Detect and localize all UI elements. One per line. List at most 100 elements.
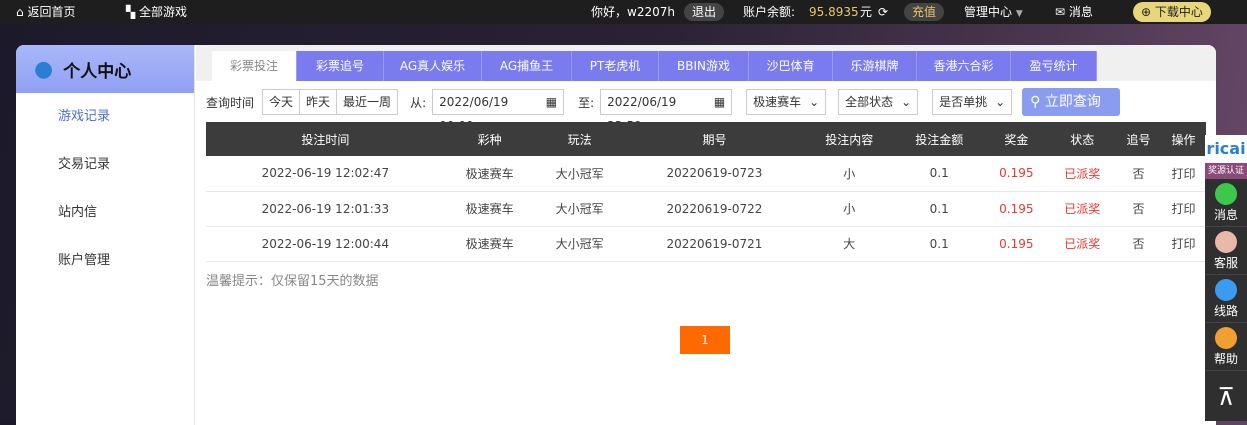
- issue: 20220619-0723: [624, 156, 805, 192]
- chase: 否: [1115, 156, 1161, 192]
- table-header: 投注时间 彩种 玩法 期号 投注内容 投注金额 奖金 状态 追号 操作: [206, 122, 1206, 156]
- from-date-input[interactable]: 2022/06/19 00:00 ▦: [432, 89, 565, 133]
- float-help[interactable]: 帮助: [1205, 323, 1247, 371]
- messages-label: 消息: [1068, 5, 1093, 19]
- play-type: 大小冠军: [534, 226, 625, 262]
- sidebar-title: 个人中心: [63, 61, 132, 82]
- logout-button[interactable]: 退出: [684, 3, 725, 21]
- search-button[interactable]: ⚲ 立即查询: [1022, 88, 1121, 116]
- balance-value: 95.8935: [809, 5, 859, 19]
- status-select[interactable]: 全部状态 ⌄: [838, 89, 919, 115]
- calendar-icon: ▦: [713, 95, 726, 109]
- column-header: 彩种: [444, 122, 535, 156]
- recharge-button[interactable]: 充值: [904, 3, 945, 21]
- yesterday-button[interactable]: 昨天: [300, 89, 338, 115]
- download-label: 下载中心: [1154, 5, 1203, 19]
- chevron-down-icon: ⌄: [809, 95, 820, 109]
- column-header: 期号: [624, 122, 805, 156]
- tab-lottery-chase[interactable]: 彩票追号: [297, 51, 384, 81]
- caret-down-icon: ▼: [1015, 9, 1023, 19]
- sidebar-item-account[interactable]: 账户管理: [16, 237, 194, 285]
- float-messages[interactable]: 消息: [1205, 179, 1247, 227]
- today-button[interactable]: 今天: [262, 89, 301, 115]
- bet-content: 小: [804, 156, 895, 192]
- float-routes[interactable]: 线路: [1205, 275, 1247, 323]
- home-label: 返回首页: [27, 5, 76, 19]
- single-select[interactable]: 是否单挑 ⌄: [932, 89, 1013, 115]
- right-float-bar: ricai 奖源认证 消息 客服 线路 帮助 ⊼: [1205, 135, 1247, 421]
- balance-label: 账户余额:: [743, 5, 796, 19]
- tab-pt-slots[interactable]: PT老虎机: [572, 51, 659, 81]
- float-label: 帮助: [1213, 352, 1238, 366]
- download-button[interactable]: ⊕ 下载中心: [1133, 2, 1211, 22]
- tab-hk-mark-six[interactable]: 香港六合彩: [917, 51, 1011, 81]
- search-icon: ⚲: [1030, 94, 1041, 110]
- tab-leyou-chess[interactable]: 乐游棋牌: [833, 51, 917, 81]
- home-link[interactable]: ⌂ 返回首页: [16, 0, 75, 24]
- manage-center-menu[interactable]: 管理中心 ▼: [964, 0, 1023, 26]
- column-header: 投注时间: [206, 122, 445, 156]
- support-avatar-icon: [1215, 231, 1237, 253]
- ricai-logo: ricai: [1205, 135, 1247, 163]
- table-row: 2022-06-19 12:00:44 极速赛车 大小冠军 20220619-0721…: [206, 226, 1206, 262]
- column-header: 投注金额: [894, 122, 985, 156]
- play-type: 大小冠军: [534, 191, 625, 227]
- print-link[interactable]: 打印: [1160, 156, 1206, 192]
- bets-table: 投注时间 彩种 玩法 期号 投注内容 投注金额 奖金 状态 追号 操作 2022-06-19 12…: [206, 122, 1206, 262]
- single-select-value: 是否单挑: [939, 95, 988, 109]
- tab-bbin[interactable]: BBIN游戏: [659, 51, 749, 81]
- column-header: 奖金: [984, 122, 1049, 156]
- column-header: 状态: [1048, 122, 1116, 156]
- bet-time: 2022-06-19 12:00:44: [206, 226, 445, 262]
- to-date-input[interactable]: 2022/06/19 23:59 ▦: [600, 89, 733, 133]
- search-label: 立即查询: [1044, 94, 1101, 110]
- chase: 否: [1115, 226, 1161, 262]
- game-select-value: 极速赛车: [753, 95, 802, 109]
- float-support[interactable]: 客服: [1205, 227, 1247, 275]
- print-link[interactable]: 打印: [1160, 226, 1206, 262]
- status-select-value: 全部状态: [845, 95, 894, 109]
- refresh-icon[interactable]: ⟳: [878, 0, 888, 24]
- status: 已派奖: [1048, 191, 1116, 227]
- column-header: 追号: [1115, 122, 1161, 156]
- tab-saba-sports[interactable]: 沙巴体育: [749, 51, 833, 81]
- sidebar-item-inbox[interactable]: 站内信: [16, 189, 194, 237]
- prize: 0.195: [984, 191, 1049, 227]
- all-games-link[interactable]: ▚ 全部游戏: [126, 0, 187, 24]
- lottery: 极速赛车: [444, 226, 535, 262]
- tab-profit-stats[interactable]: 盈亏统计: [1011, 51, 1097, 81]
- sidebar-item-transactions[interactable]: 交易记录: [16, 141, 194, 189]
- float-label: 客服: [1213, 256, 1238, 270]
- filter-row: 查询时间 今天 昨天 最近一周 从: 2022/06/19 00:00▦ 至: …: [206, 88, 1121, 133]
- help-icon: [1215, 327, 1237, 349]
- bet-amount: 0.1: [894, 226, 985, 262]
- manage-label: 管理中心: [964, 5, 1013, 19]
- status: 已派奖: [1048, 156, 1116, 192]
- game-select[interactable]: 极速赛车 ⌄: [746, 89, 827, 115]
- chat-icon: [1215, 183, 1237, 205]
- tab-lottery-bets[interactable]: 彩票投注: [212, 51, 297, 81]
- sidebar-item-game-records[interactable]: 游戏记录: [16, 93, 194, 141]
- top-bar: ⌂ 返回首页 ▚ 全部游戏 你好，w2207h 退出 账户余额: 95.8935…: [0, 0, 1247, 24]
- bet-content: 小: [804, 191, 895, 227]
- chevron-down-icon: ⌄: [995, 95, 1006, 109]
- print-link[interactable]: 打印: [1160, 191, 1206, 227]
- bet-time: 2022-06-19 12:02:47: [206, 156, 445, 192]
- retention-tip: 温馨提示：仅保留15天的数据: [206, 274, 379, 289]
- bet-time: 2022-06-19 12:01:33: [206, 191, 445, 227]
- float-label: 消息: [1213, 208, 1238, 222]
- all-games-label: 全部游戏: [139, 5, 188, 19]
- tab-ag-fishing[interactable]: AG捕鱼王: [482, 51, 572, 81]
- table-row: 2022-06-19 12:02:47 极速赛车 大小冠军 20220619-0723…: [206, 156, 1206, 192]
- last-week-button[interactable]: 最近一周: [337, 89, 399, 115]
- lottery: 极速赛车: [444, 191, 535, 227]
- user-icon: ●: [34, 56, 54, 82]
- source-cert-badge[interactable]: 奖源认证: [1205, 163, 1247, 179]
- page-button-1[interactable]: 1: [680, 326, 730, 354]
- issue: 20220619-0722: [624, 191, 805, 227]
- float-label: 线路: [1213, 304, 1238, 318]
- greeting: 你好，w2207h: [591, 5, 675, 19]
- back-to-top-icon[interactable]: ⊼: [1205, 371, 1247, 411]
- messages-link[interactable]: ✉ 消息: [1055, 0, 1093, 24]
- tab-ag-live[interactable]: AG真人娱乐: [384, 51, 482, 81]
